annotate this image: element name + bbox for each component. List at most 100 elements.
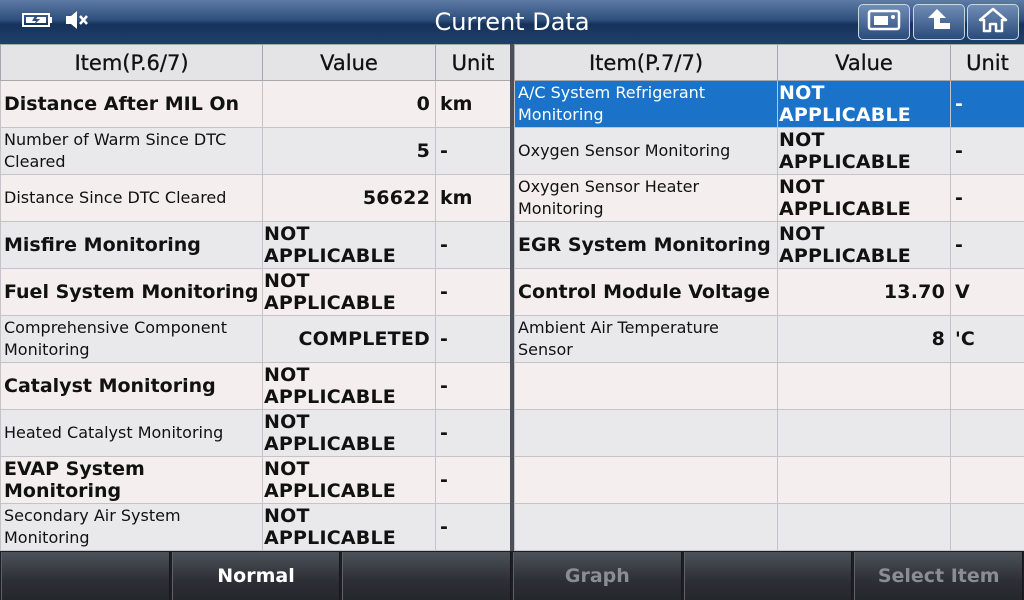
snapshot-button[interactable]: [858, 4, 910, 40]
toolbar-blank-button-2: [342, 552, 512, 600]
row-unit: [950, 456, 1024, 504]
row-unit: km: [435, 80, 510, 128]
row-item: Comprehensive Component Monitoring: [0, 315, 263, 363]
table-row[interactable]: Distance After MIL On 0 km: [0, 80, 510, 128]
row-item: Fuel System Monitoring: [0, 268, 263, 316]
row-value: 0: [262, 80, 436, 128]
table-header: Item(P.7/7) Value Unit: [514, 44, 1024, 81]
table-row[interactable]: Distance Since DTC Cleared 56622 km: [0, 174, 510, 222]
header-value: Value: [262, 44, 436, 81]
toolbar-blank-button-1: [1, 552, 170, 600]
bottom-toolbar: Normal Graph Select Item: [0, 551, 1024, 600]
table-row[interactable]: EVAP System Monitoring NOT APPLICABLE -: [0, 456, 510, 504]
row-value: [777, 409, 951, 457]
row-value: 56622: [262, 174, 436, 222]
app-window: Current Data Item(P.6/7) Value Unit Dist…: [0, 0, 1024, 600]
row-item: Control Module Voltage: [514, 268, 778, 316]
table-row-empty: [514, 503, 1024, 551]
row-value: 8: [777, 315, 951, 363]
table-row-empty: [514, 362, 1024, 410]
table-row[interactable]: Oxygen Sensor Monitoring NOT APPLICABLE …: [514, 127, 1024, 175]
row-unit: -: [950, 221, 1024, 269]
row-unit: V: [950, 268, 1024, 316]
row-value: NOT APPLICABLE: [262, 362, 436, 410]
table-row[interactable]: Comprehensive Component Monitoring COMPL…: [0, 315, 510, 363]
row-unit: -: [435, 409, 510, 457]
back-button[interactable]: [913, 4, 965, 40]
row-item: Ambient Air Temperature Sensor: [514, 315, 778, 363]
header-item: Item(P.7/7): [514, 44, 778, 81]
table-row[interactable]: Catalyst Monitoring NOT APPLICABLE -: [0, 362, 510, 410]
right-data-table: Item(P.7/7) Value Unit A/C System Refrig…: [514, 44, 1024, 551]
table-row[interactable]: Ambient Air Temperature Sensor 8 'C: [514, 315, 1024, 363]
table-header: Item(P.6/7) Value Unit: [0, 44, 510, 81]
home-button[interactable]: [967, 4, 1019, 40]
header-value: Value: [777, 44, 951, 81]
row-item: Oxygen Sensor Heater Monitoring: [514, 174, 778, 222]
row-unit: -: [950, 127, 1024, 175]
header-item: Item(P.6/7): [0, 44, 263, 81]
row-unit: [950, 409, 1024, 457]
row-item: Oxygen Sensor Monitoring: [514, 127, 778, 175]
row-item: Number of Warm Since DTC Cleared: [0, 127, 263, 175]
header-unit: Unit: [950, 44, 1024, 81]
row-unit: km: [435, 174, 510, 222]
toolbar-blank-button-3: [683, 552, 853, 600]
row-unit: -: [435, 221, 510, 269]
select-item-button[interactable]: Select Item: [854, 552, 1024, 600]
table-row-selected[interactable]: A/C System Refrigerant Monitoring NOT AP…: [514, 80, 1024, 128]
row-value: NOT APPLICABLE: [777, 174, 951, 222]
snapshot-icon: [867, 8, 901, 36]
row-value: NOT APPLICABLE: [777, 221, 951, 269]
normal-button[interactable]: Normal: [171, 552, 341, 600]
header-unit: Unit: [435, 44, 510, 81]
row-value: NOT APPLICABLE: [262, 409, 436, 457]
row-value: 13.70: [777, 268, 951, 316]
back-arrow-icon: [924, 7, 954, 37]
row-value: NOT APPLICABLE: [262, 268, 436, 316]
title-bar: Current Data: [0, 0, 1024, 45]
graph-button[interactable]: Graph: [513, 552, 682, 600]
row-value: NOT APPLICABLE: [777, 80, 951, 128]
table-row[interactable]: Control Module Voltage 13.70 V: [514, 268, 1024, 316]
row-unit: -: [435, 127, 510, 175]
row-unit: -: [435, 268, 510, 316]
table-row-empty: [514, 456, 1024, 504]
row-item: Distance Since DTC Cleared: [0, 174, 263, 222]
row-value: [777, 456, 951, 504]
row-item: A/C System Refrigerant Monitoring: [514, 80, 778, 128]
table-row[interactable]: Secondary Air System Monitoring NOT APPL…: [0, 503, 510, 551]
row-item: EVAP System Monitoring: [0, 456, 263, 504]
row-value: NOT APPLICABLE: [262, 456, 436, 504]
row-unit: -: [435, 456, 510, 504]
table-row[interactable]: Oxygen Sensor Heater Monitoring NOT APPL…: [514, 174, 1024, 222]
home-icon: [978, 7, 1008, 37]
row-item: Heated Catalyst Monitoring: [0, 409, 263, 457]
row-unit: -: [950, 174, 1024, 222]
table-row[interactable]: EGR System Monitoring NOT APPLICABLE -: [514, 221, 1024, 269]
row-value: [777, 362, 951, 410]
row-unit: -: [435, 503, 510, 551]
row-item: [514, 362, 778, 410]
row-value: NOT APPLICABLE: [262, 503, 436, 551]
row-item: Distance After MIL On: [0, 80, 263, 128]
row-unit: 'C: [950, 315, 1024, 363]
row-value: [777, 503, 951, 551]
table-row[interactable]: Heated Catalyst Monitoring NOT APPLICABL…: [0, 409, 510, 457]
row-value: 5: [262, 127, 436, 175]
row-item: EGR System Monitoring: [514, 221, 778, 269]
row-unit: [950, 503, 1024, 551]
row-unit: -: [435, 362, 510, 410]
table-row[interactable]: Fuel System Monitoring NOT APPLICABLE -: [0, 268, 510, 316]
row-item: [514, 456, 778, 504]
row-value: NOT APPLICABLE: [262, 221, 436, 269]
row-unit: -: [950, 80, 1024, 128]
table-row[interactable]: Number of Warm Since DTC Cleared 5 -: [0, 127, 510, 175]
row-item: [514, 409, 778, 457]
row-unit: -: [435, 315, 510, 363]
row-unit: [950, 362, 1024, 410]
table-row[interactable]: Misfire Monitoring NOT APPLICABLE -: [0, 221, 510, 269]
left-data-table: Item(P.6/7) Value Unit Distance After MI…: [0, 44, 510, 551]
row-item: Misfire Monitoring: [0, 221, 263, 269]
row-value: NOT APPLICABLE: [777, 127, 951, 175]
